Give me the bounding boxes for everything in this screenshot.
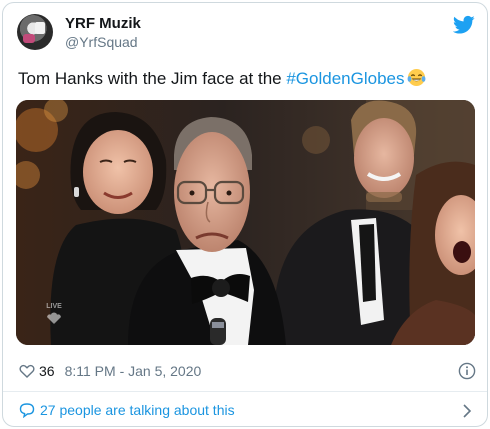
like-count[interactable]: 36 — [39, 363, 55, 379]
info-icon[interactable] — [458, 362, 476, 380]
twitter-bird-icon[interactable] — [453, 15, 475, 35]
photo-scene — [16, 100, 475, 345]
live-badge: LIVE — [46, 303, 62, 310]
tweet-text-body: Tom Hanks with the Jim face at the — [18, 69, 287, 88]
conversation-link[interactable]: 27 people are talking about this — [19, 402, 235, 418]
divider — [3, 391, 487, 392]
hashtag-link[interactable]: #GoldenGlobes — [286, 69, 404, 88]
chevron-right-icon[interactable] — [461, 403, 473, 419]
chat-bubble-icon — [19, 403, 35, 418]
tweet-photo[interactable]: LIVE — [16, 100, 475, 345]
heart-icon[interactable] — [19, 363, 35, 379]
tweet-meta: 36 8:11 PM - Jan 5, 2020 — [19, 363, 201, 379]
conversation-label[interactable]: 27 people are talking about this — [40, 402, 235, 418]
tweet-text: Tom Hanks with the Jim face at the #Gold… — [18, 68, 426, 90]
tweet-timestamp[interactable]: 8:11 PM - Jan 5, 2020 — [65, 363, 202, 379]
nbc-peacock-logo — [47, 312, 61, 324]
author-avatar[interactable] — [17, 14, 53, 50]
live-watermark: LIVE — [39, 303, 69, 325]
face-with-tears-of-joy-icon — [408, 68, 426, 87]
tweet-card[interactable]: YRF Muzik @YrfSquad Tom Hanks with the J… — [2, 2, 488, 427]
author-handle[interactable]: @YrfSquad — [65, 34, 138, 50]
author-display-name[interactable]: YRF Muzik — [65, 15, 141, 32]
